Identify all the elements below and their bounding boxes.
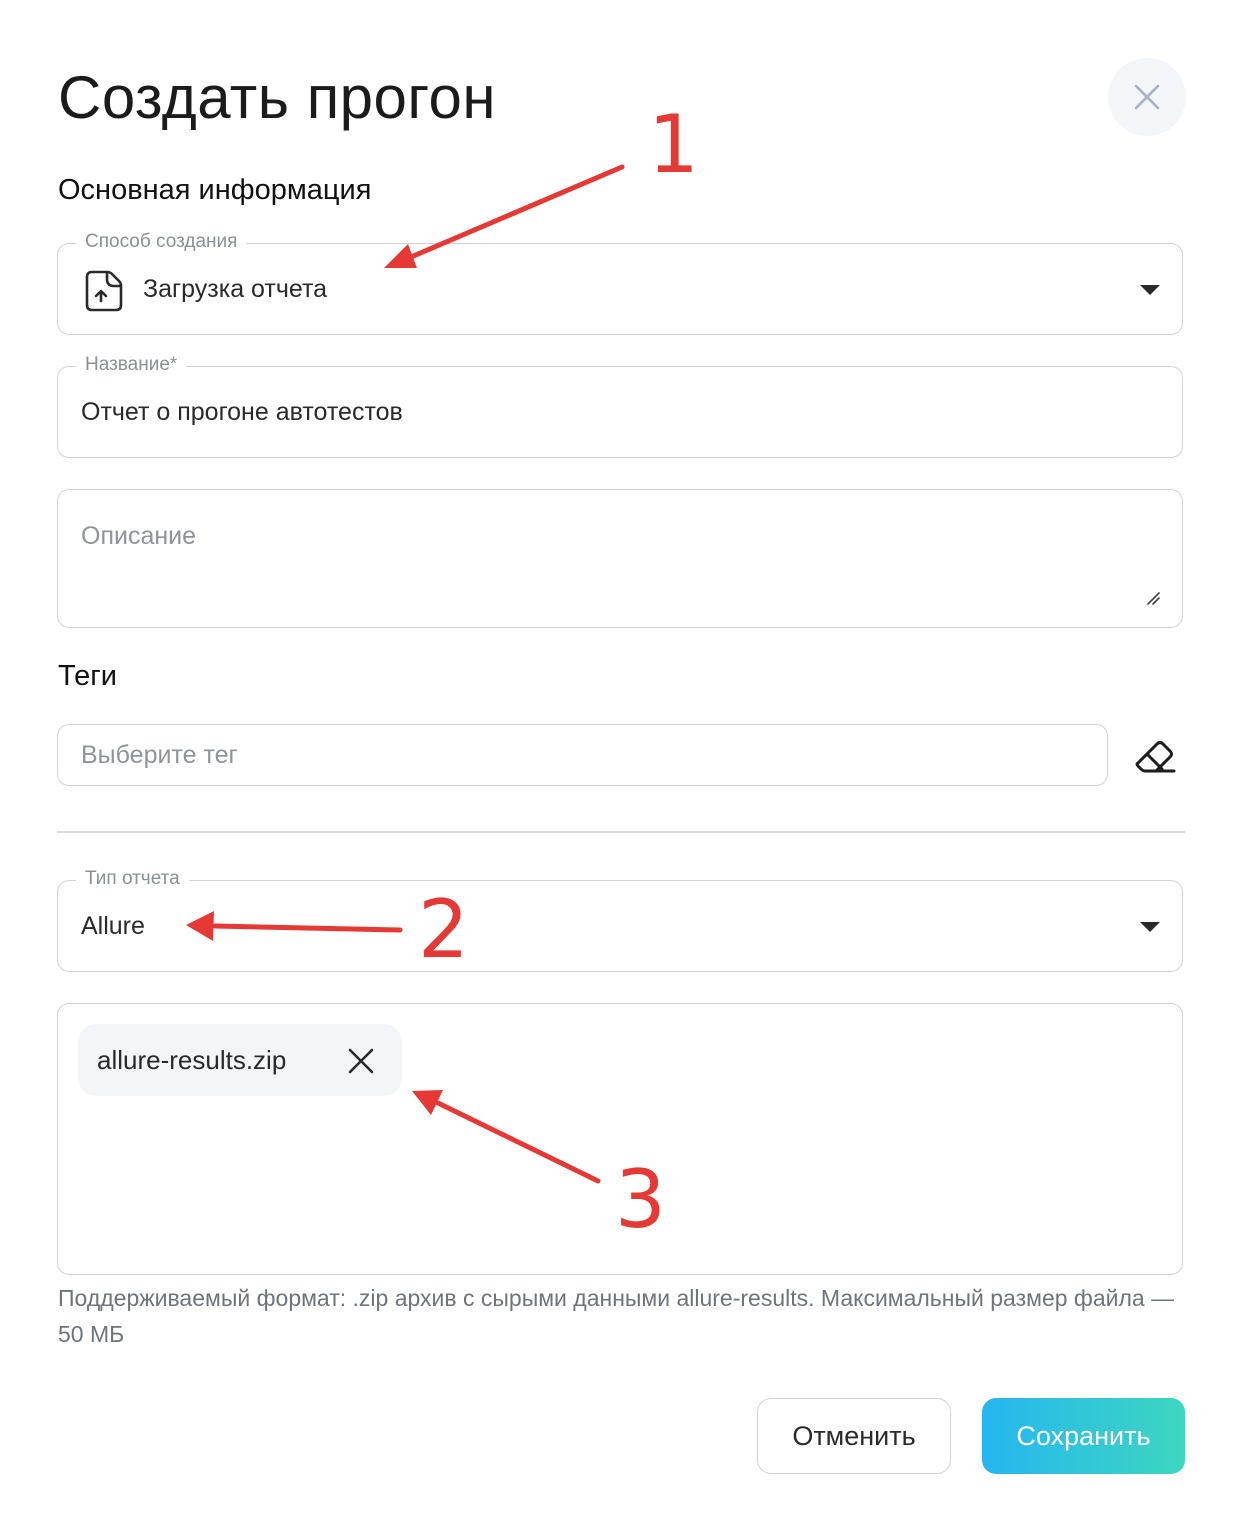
annotation-number-3: 3 — [615, 1153, 666, 1246]
chevron-down-icon — [1140, 922, 1160, 932]
cancel-button[interactable]: Отменить — [757, 1398, 951, 1474]
tag-select-input[interactable]: Выберите тег — [57, 724, 1108, 786]
report-type-select[interactable]: Тип отчета Allure — [57, 867, 1183, 972]
description-placeholder: Описание — [81, 522, 197, 550]
file-upload-icon — [81, 269, 125, 313]
report-type-label: Тип отчета — [76, 867, 189, 891]
section-title-tags: Теги — [58, 660, 117, 692]
tag-placeholder: Выберите тег — [81, 741, 238, 769]
eraser-icon[interactable] — [1130, 733, 1178, 781]
divider — [57, 831, 1185, 833]
resize-handle-icon[interactable] — [1146, 591, 1160, 605]
description-textarea[interactable]: Описание — [57, 489, 1183, 628]
creation-method-value: Загрузка отчета — [143, 275, 328, 303]
annotation-number-1: 1 — [648, 98, 699, 191]
file-name: allure-results.zip — [97, 1045, 287, 1075]
creation-method-select[interactable]: Способ создания Загрузка отчета — [57, 230, 1183, 335]
dialog-title: Создать прогон — [58, 64, 496, 131]
file-format-hint: Поддерживаемый формат: .zip архив с сыры… — [58, 1285, 1175, 1347]
close-icon — [348, 1048, 374, 1074]
remove-file-button[interactable] — [346, 1046, 376, 1076]
annotation-number-2: 2 — [418, 883, 469, 976]
name-input[interactable]: Название* Отчет о прогоне автотестов — [57, 353, 1183, 458]
name-value: Отчет о прогоне автотестов — [81, 398, 403, 426]
chevron-down-icon — [1140, 285, 1160, 295]
section-title-basic-info: Основная информация — [58, 174, 372, 206]
name-label: Название* — [76, 353, 187, 377]
creation-method-label: Способ создания — [76, 230, 247, 254]
close-button[interactable] — [1108, 58, 1186, 136]
save-button[interactable]: Сохранить — [982, 1398, 1185, 1474]
file-chip: allure-results.zip — [78, 1024, 402, 1096]
report-type-value: Allure — [81, 912, 145, 940]
close-icon — [1134, 84, 1160, 110]
